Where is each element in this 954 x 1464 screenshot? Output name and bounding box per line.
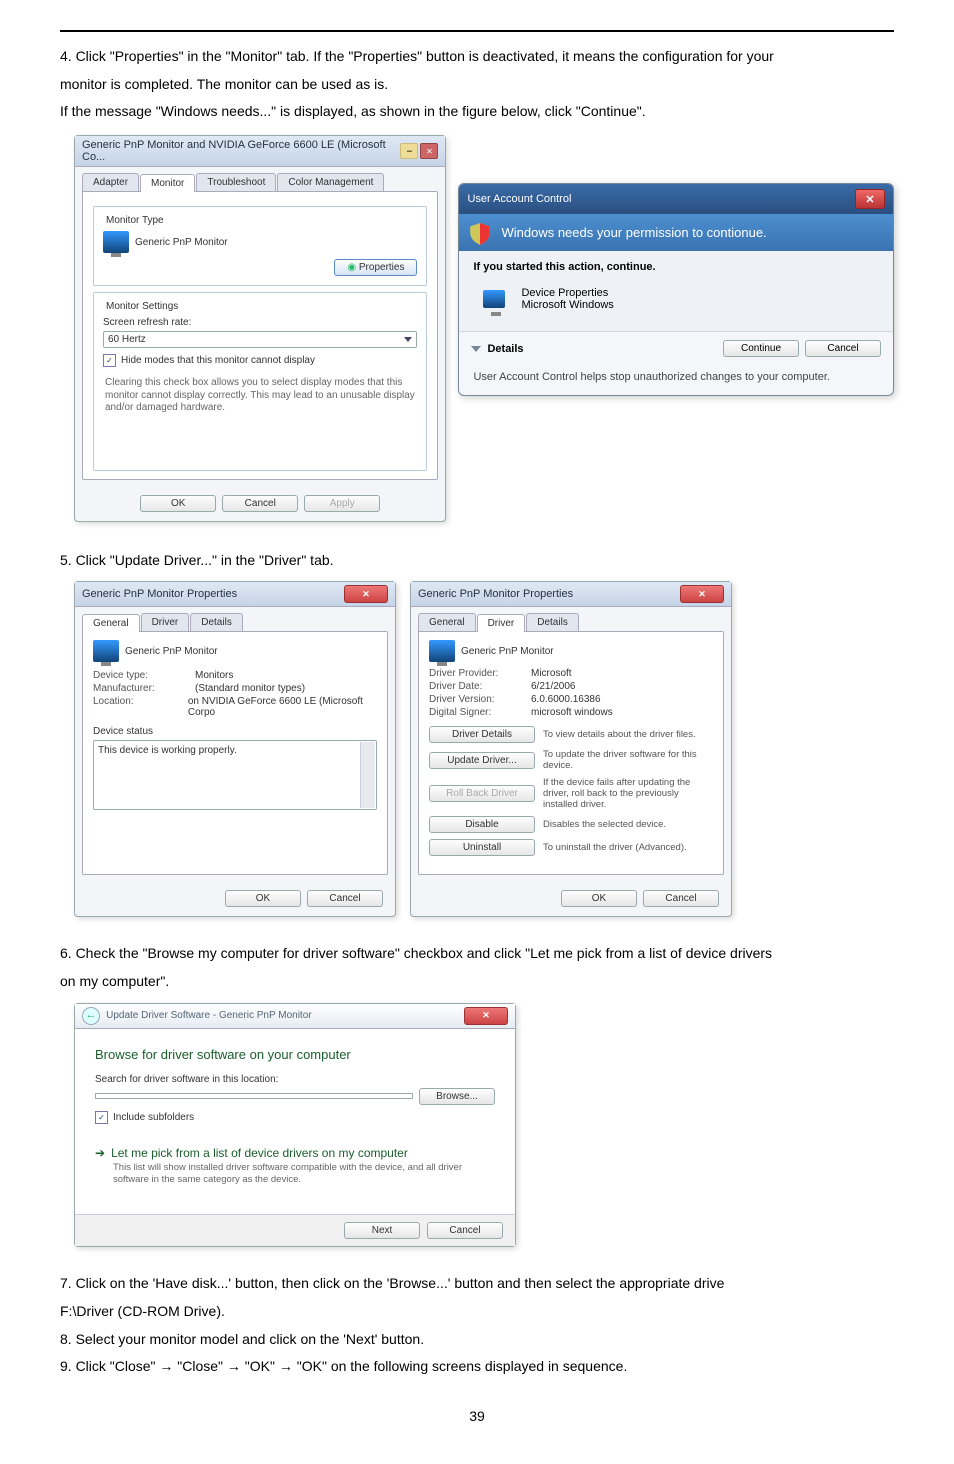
wizard-heading: Browse for driver software on your compu… — [95, 1047, 495, 1062]
rollback-driver-button[interactable]: Roll Back Driver — [429, 785, 535, 802]
uac-item-name: Device Properties — [521, 287, 613, 299]
monitor-icon — [93, 640, 119, 662]
dialog-title: Generic PnP Monitor Properties — [82, 588, 237, 600]
tab-general[interactable]: General — [418, 613, 476, 631]
tab-adapter[interactable]: Adapter — [82, 173, 139, 191]
monitor-icon — [103, 231, 129, 253]
uac-dialog: User Account Control ✕ Windows needs you… — [458, 183, 894, 396]
include-subfolders-checkbox[interactable]: ✓Include subfolders — [95, 1111, 495, 1124]
pick-from-list-option[interactable]: ➔Let me pick from a list of device drive… — [95, 1146, 495, 1187]
update-driver-button[interactable]: Update Driver... — [429, 752, 535, 769]
properties-button[interactable]: ◉ Properties — [334, 259, 417, 276]
close-icon[interactable]: ✕ — [344, 585, 388, 603]
device-status-box: This device is working properly. — [93, 740, 377, 810]
refresh-rate-select[interactable]: 60 Hertz — [103, 331, 417, 348]
uac-item-publisher: Microsoft Windows — [521, 299, 613, 311]
driver-date: 6/21/2006 — [531, 681, 576, 692]
monitor-properties-dialog: Generic PnP Monitor and NVIDIA GeForce 6… — [74, 135, 446, 522]
hide-modes-checkbox[interactable]: ✓ Hide modes that this monitor cannot di… — [103, 354, 417, 367]
device-properties-driver: Generic PnP Monitor Properties ✕ General… — [410, 581, 732, 917]
device-heading: Generic PnP Monitor — [125, 646, 218, 657]
cancel-button[interactable]: Cancel — [427, 1222, 503, 1239]
ok-button[interactable]: OK — [140, 495, 216, 512]
tab-driver[interactable]: Driver — [477, 614, 526, 632]
manufacturer: (Standard monitor types) — [195, 683, 305, 694]
refresh-rate-label: Screen refresh rate: — [103, 317, 417, 328]
scrollbar[interactable] — [360, 742, 375, 808]
close-icon[interactable]: ✕ — [420, 143, 438, 159]
uac-title: User Account Control — [467, 193, 571, 205]
location: on NVIDIA GeForce 6600 LE (Microsoft Cor… — [188, 696, 377, 718]
uac-message: Windows needs your permission to contion… — [501, 225, 766, 240]
page-number: 39 — [60, 1408, 894, 1424]
update-driver-wizard: ← Update Driver Software - Generic PnP M… — [74, 1003, 516, 1248]
dialog-title: Generic PnP Monitor and NVIDIA GeForce 6… — [82, 139, 400, 163]
chevron-down-icon[interactable] — [471, 346, 481, 352]
next-button[interactable]: Next — [344, 1222, 420, 1239]
step6-l2: on my computer". — [60, 971, 894, 993]
step5: 5. Click "Update Driver..." in the "Driv… — [60, 550, 894, 572]
apply-button[interactable]: Apply — [304, 495, 380, 512]
digital-signer: microsoft windows — [531, 707, 613, 718]
dialog-title: Generic PnP Monitor Properties — [418, 588, 573, 600]
driver-details-button[interactable]: Driver Details — [429, 726, 535, 743]
group-monitor-settings: Monitor Settings — [103, 301, 181, 312]
shield-icon — [467, 221, 493, 247]
uac-footer-hint: User Account Control helps stop unauthor… — [459, 365, 893, 395]
tab-general[interactable]: General — [82, 614, 140, 632]
arrow-icon: ➔ — [95, 1146, 105, 1160]
cancel-button[interactable]: Cancel — [643, 890, 719, 907]
device-type: Monitors — [195, 670, 233, 681]
device-status-label: Device status — [93, 726, 377, 737]
ok-button[interactable]: OK — [225, 890, 301, 907]
device-heading: Generic PnP Monitor — [461, 646, 554, 657]
driver-version: 6.0.6000.16386 — [531, 694, 601, 705]
step9: 9. Click "Close" → "Close" → "OK" → "OK"… — [60, 1356, 894, 1378]
details-toggle[interactable]: Details — [487, 343, 523, 355]
minimize-icon[interactable]: ━ — [400, 143, 418, 159]
group-monitor-type: Monitor Type — [103, 215, 167, 226]
monitor-icon — [483, 290, 505, 308]
close-icon[interactable]: ✕ — [680, 585, 724, 603]
chevron-down-icon — [404, 337, 412, 342]
tab-driver[interactable]: Driver — [141, 613, 190, 631]
tab-details[interactable]: Details — [190, 613, 243, 631]
tab-troubleshoot[interactable]: Troubleshoot — [196, 173, 276, 191]
cancel-button[interactable]: Cancel — [307, 890, 383, 907]
wizard-breadcrumb: Update Driver Software - Generic PnP Mon… — [106, 1010, 311, 1021]
hide-modes-hint: Clearing this check box allows you to se… — [103, 373, 417, 417]
cancel-button[interactable]: Cancel — [222, 495, 298, 512]
monitor-icon — [429, 640, 455, 662]
close-icon[interactable]: ✕ — [464, 1007, 508, 1025]
step4-l2: monitor is completed. The monitor can be… — [60, 74, 894, 96]
step6-l1: 6. Check the "Browse my computer for dri… — [60, 943, 894, 965]
driver-provider: Microsoft — [531, 668, 572, 679]
monitor-type-value: Generic PnP Monitor — [135, 237, 228, 248]
tab-monitor[interactable]: Monitor — [140, 174, 195, 192]
back-icon[interactable]: ← — [82, 1007, 100, 1025]
uac-action-text: If you started this action, continue. — [473, 261, 879, 273]
step4-l1: 4. Click "Properties" in the "Monitor" t… — [60, 46, 894, 68]
tab-details[interactable]: Details — [526, 613, 579, 631]
continue-button[interactable]: Continue — [723, 340, 799, 357]
step7-l2: F:\Driver (CD-ROM Drive). — [60, 1301, 894, 1323]
close-icon[interactable]: ✕ — [855, 189, 885, 209]
step4-l3: If the message "Windows needs..." is dis… — [60, 101, 894, 123]
ok-button[interactable]: OK — [561, 890, 637, 907]
device-properties-general: Generic PnP Monitor Properties ✕ General… — [74, 581, 396, 917]
cancel-button[interactable]: Cancel — [805, 340, 881, 357]
step7-l1: 7. Click on the 'Have disk...' button, t… — [60, 1273, 894, 1295]
search-label: Search for driver software in this locat… — [95, 1074, 495, 1085]
disable-button[interactable]: Disable — [429, 816, 535, 833]
tab-color-management[interactable]: Color Management — [277, 173, 384, 191]
browse-button[interactable]: Browse... — [419, 1088, 495, 1105]
step8: 8. Select your monitor model and click o… — [60, 1329, 894, 1351]
uninstall-button[interactable]: Uninstall — [429, 839, 535, 856]
search-path-input[interactable] — [95, 1093, 413, 1099]
